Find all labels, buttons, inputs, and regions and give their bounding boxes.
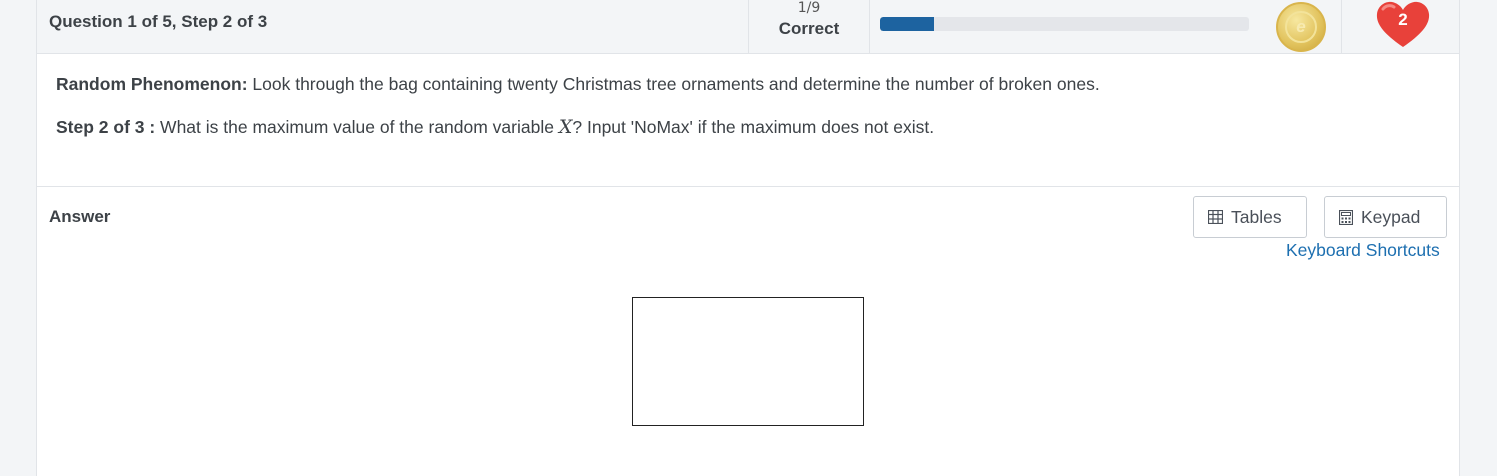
tables-button[interactable]: Tables xyxy=(1193,196,1307,238)
progress-fill xyxy=(880,17,934,31)
answer-input[interactable] xyxy=(632,297,864,426)
achievement-coin-icon[interactable]: e xyxy=(1276,2,1326,52)
random-variable: X xyxy=(558,116,573,138)
coin-emblem: e xyxy=(1285,11,1317,43)
answer-label: Answer xyxy=(49,207,111,226)
lives-count: 2 xyxy=(1398,10,1408,29)
step-prompt: Step 2 of 3 : What is the maximum value … xyxy=(56,116,934,138)
score-panel: 1/9 Correct xyxy=(748,0,870,54)
phenomenon-text: Random Phenomenon: Look through the bag … xyxy=(56,74,1100,95)
step-label: Step 2 of 3 : xyxy=(56,117,156,137)
tables-label: Tables xyxy=(1231,206,1282,227)
calculator-icon xyxy=(1339,209,1353,225)
score-fraction: 1/9 xyxy=(797,0,821,16)
table-grid-icon xyxy=(1208,210,1223,224)
score-label: Correct xyxy=(778,19,840,38)
keypad-label: Keypad xyxy=(1361,206,1421,227)
main-frame: Question 1 of 5, Step 2 of 3 1/9 Correct… xyxy=(36,0,1460,476)
question-header: Question 1 of 5, Step 2 of 3 1/9 Correct… xyxy=(37,0,1459,54)
keyboard-shortcuts-link[interactable]: Keyboard Shortcuts xyxy=(1286,240,1440,261)
question-title: Question 1 of 5, Step 2 of 3 xyxy=(49,12,268,31)
phenomenon-label: Random Phenomenon: xyxy=(56,74,248,94)
step-text-before: What is the maximum value of the random … xyxy=(155,117,559,137)
progress-bar xyxy=(880,17,1249,31)
phenomenon-description: Look through the bag containing twenty C… xyxy=(247,74,1100,94)
heart-icon: 2 xyxy=(1374,0,1432,50)
step-text-after: ? Input 'NoMax' if the maximum does not … xyxy=(572,117,935,137)
question-body: Random Phenomenon: Look through the bag … xyxy=(37,55,1459,187)
keypad-button[interactable]: Keypad xyxy=(1324,196,1447,238)
lives-panel: 2 xyxy=(1341,0,1459,54)
